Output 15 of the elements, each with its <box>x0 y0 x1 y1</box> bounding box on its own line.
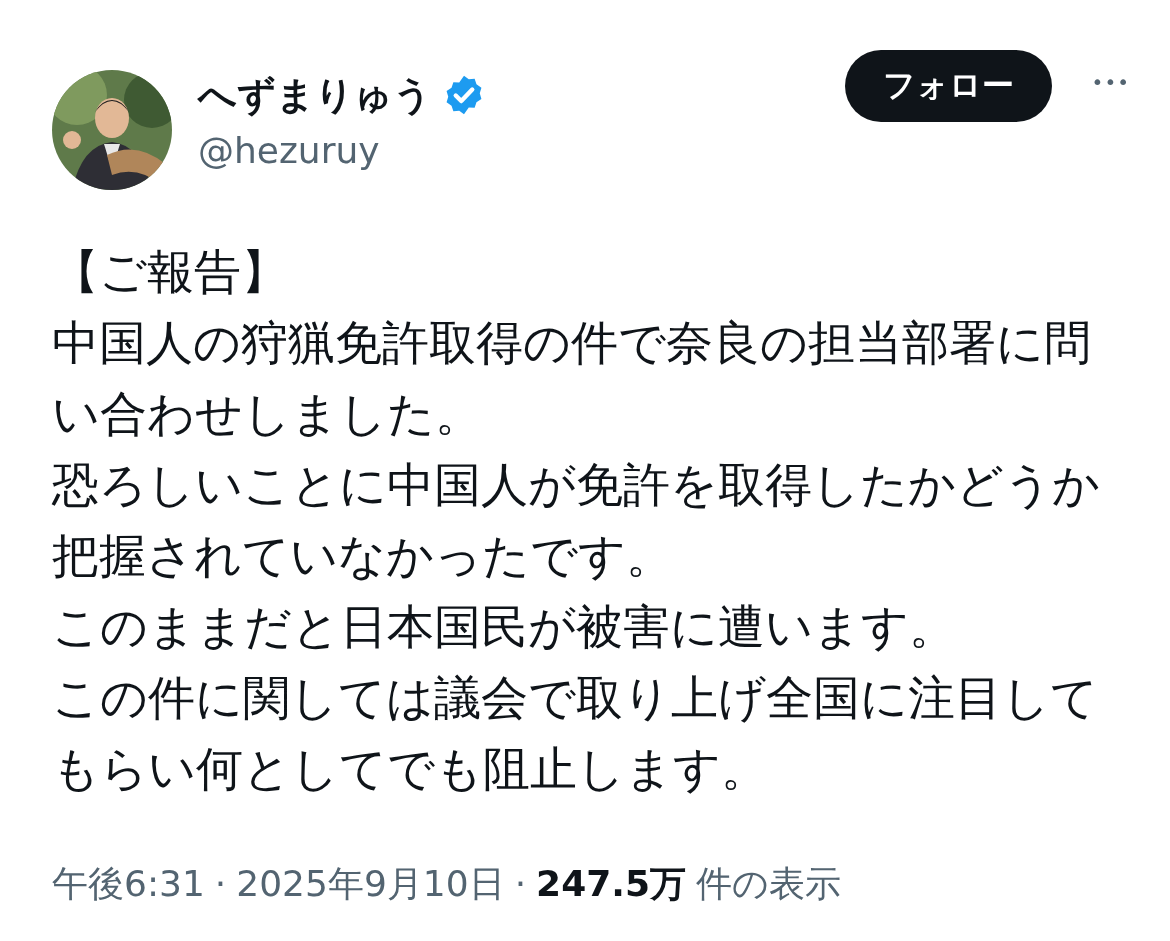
post-text: この件に関しては議会で取り上げ全国に注目してもらい何としてでも阻止します。 <box>52 669 1099 798</box>
separator-dot: · <box>214 863 227 904</box>
post-date: 2025年9月10日 <box>236 862 505 906</box>
post-text: このままだと日本国民が被害に遭います。 <box>52 598 957 656</box>
post-text: 恐ろしいことに中国人が免許を取得したかどうか把握されていなかったです。 <box>52 456 1101 585</box>
separator-dot: · <box>514 863 527 904</box>
views-label: 件の表示 <box>695 862 841 906</box>
post-text: 中国人の狩猟免許取得の件で奈良の担当部署に問い合わせしました。 <box>52 314 1092 443</box>
post-text: 【ご報告】 <box>52 243 289 301</box>
more-button[interactable]: ••• <box>1091 70 1130 94</box>
author-name[interactable]: へずまりゅう <box>198 70 432 120</box>
view-count: 247.5万 <box>536 862 686 906</box>
follow-button[interactable]: フォロー <box>844 50 1052 122</box>
author-handle[interactable]: @hezuruy <box>198 126 845 176</box>
post-time: 午後6:31 <box>52 862 205 906</box>
